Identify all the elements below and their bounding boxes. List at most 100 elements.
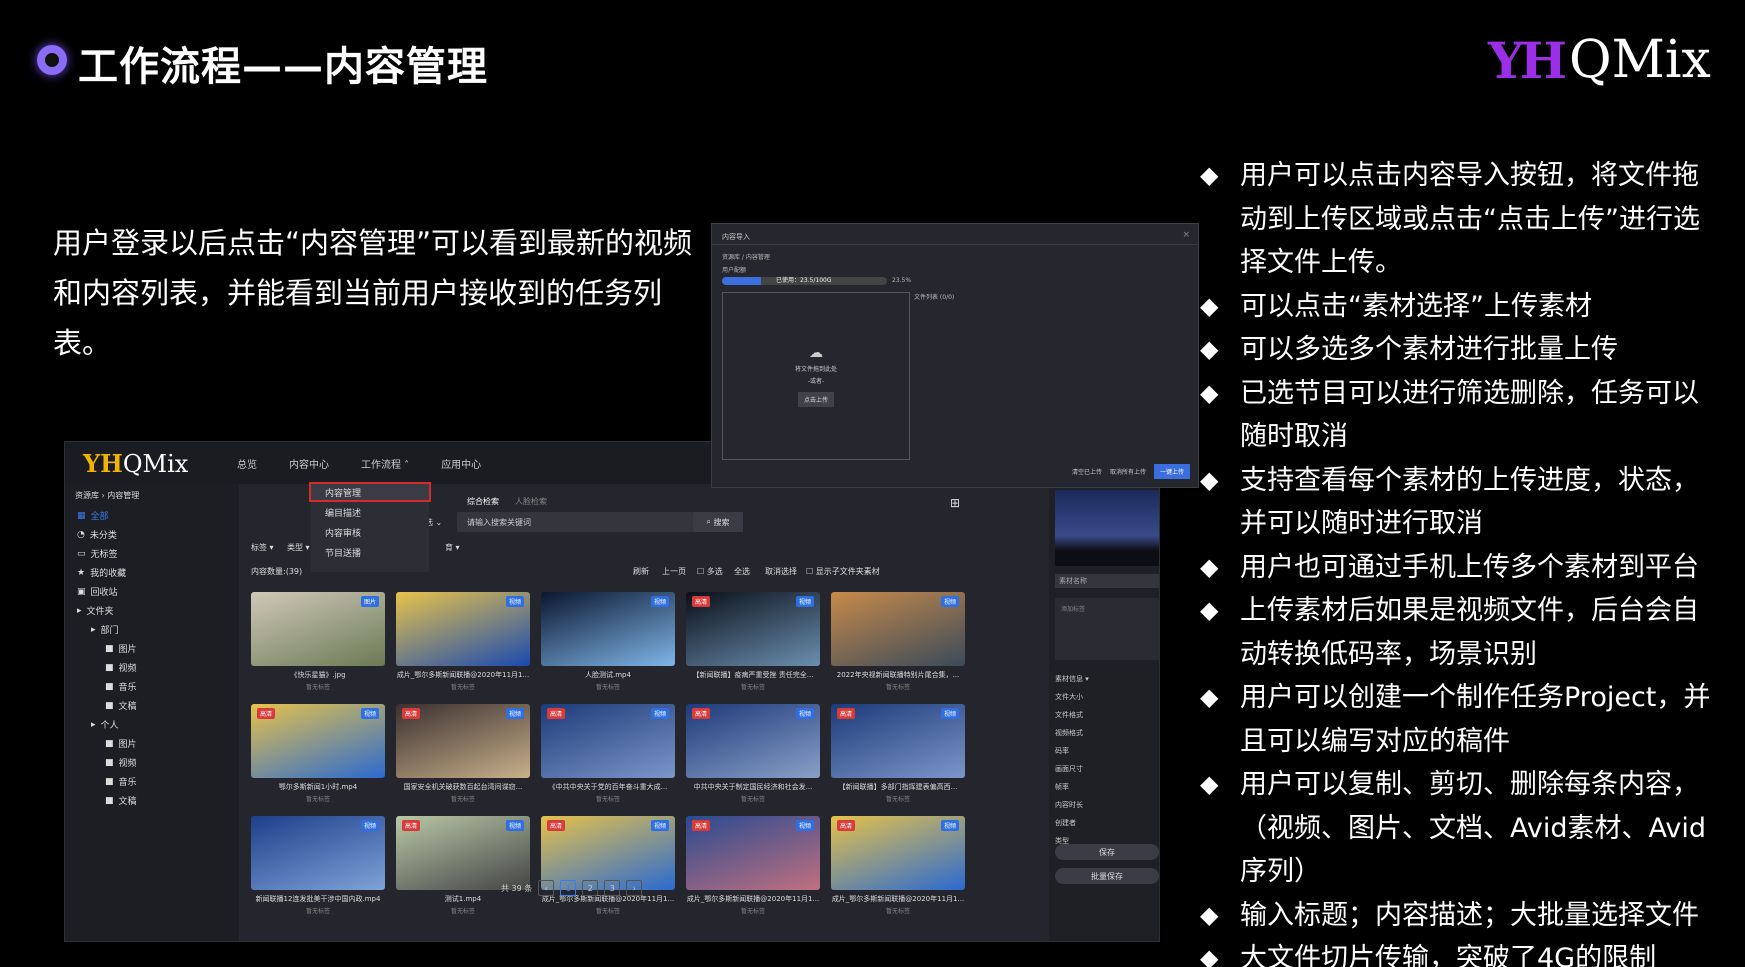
bullet-item: 支持查看每个素材的上传进度，状态，并可以随时进行取消 xyxy=(1200,459,1720,546)
type-filter[interactable]: 类型 ▾ xyxy=(287,542,310,553)
drop-zone[interactable]: ☁ 将文件拖到此处 -或者- 点击上传 xyxy=(722,292,910,460)
click-upload-button[interactable]: 点击上传 xyxy=(797,392,834,407)
content-card[interactable]: 视频 高清 《中共中央关于党的百年奋斗重大成... 暂无标签 xyxy=(541,704,675,803)
sidebar-item[interactable]: ▦ 全部 xyxy=(65,506,239,525)
type-badge: 视频 xyxy=(650,596,669,607)
content-card[interactable]: 视频 高清 测试1.mp4 暂无标签 xyxy=(396,816,530,915)
app-window: YHQMix 总览 内容中心 工作流程 ˄ 应用中心 资源库 › 内容管理 ▦ 全部 ◔ 未… xyxy=(64,441,1160,942)
name-input[interactable]: 素材名称 xyxy=(1055,574,1159,588)
toolbar-item[interactable]: ☐ 多选 xyxy=(697,566,723,577)
page-button[interactable]: 2 xyxy=(582,880,599,896)
search-button[interactable]: ⌕ 搜索 xyxy=(693,512,743,532)
quota-bar-fill xyxy=(722,277,761,285)
sidebar-item-label: 未分类 xyxy=(89,531,117,541)
sidebar-item[interactable]: ◔ 未分类 xyxy=(65,525,239,544)
content-card[interactable]: 视频 人脸测试.mp4 暂无标签 xyxy=(541,592,675,691)
folder-icon: ★ xyxy=(77,567,86,578)
toolbar-item[interactable]: 上一页 xyxy=(662,566,686,577)
title-bullet-icon xyxy=(37,45,67,75)
nav-item[interactable]: 应用中心 xyxy=(441,456,481,471)
content-card[interactable]: 视频 高清 鄂尔多斯新闻1小时.mp4 暂无标签 xyxy=(251,704,385,803)
sidebar-item[interactable]: ■ 图片 xyxy=(65,639,239,658)
nav-item[interactable]: 总览 xyxy=(237,456,257,471)
pagination: 共 39 条 ‹ 1 2 3 › xyxy=(501,880,643,896)
content-card[interactable]: 视频 成片_鄂尔多斯新闻联播@2020年11月1... 暂无标签 xyxy=(396,592,530,691)
clear-uploaded-button[interactable]: 清空已上传 xyxy=(1072,467,1102,476)
extra-filter[interactable]: 育 ▾ xyxy=(445,542,460,553)
content-card[interactable]: 视频 高清 成片_鄂尔多斯新闻联播@2020年11月1... 暂无标签 xyxy=(541,816,675,915)
folder-icon: ■ xyxy=(105,681,114,692)
content-card[interactable]: 视频 高清 【新闻联播】疫病严重受挫 责任完全... 暂无标签 xyxy=(686,592,820,691)
sidebar-item[interactable]: ■ 视频 xyxy=(65,753,239,772)
type-badge: 视频 xyxy=(360,820,379,831)
sidebar-item[interactable]: ★ 我的收藏 xyxy=(65,563,239,582)
type-badge: 视频 xyxy=(940,596,959,607)
nav-item[interactable]: 工作流程 ˄ xyxy=(361,456,409,471)
content-card[interactable]: 视频 高清 中共中央关于制定国民经济和社会发... 暂无标签 xyxy=(686,704,820,803)
card-tags: 暂无标签 xyxy=(740,684,765,691)
sidebar-item[interactable]: ■ 图片 xyxy=(65,734,239,753)
content-card[interactable]: 视频 新闻联播12连发批美干涉中国内政.mp4 暂无标签 xyxy=(251,816,385,915)
sidebar-item[interactable]: ▸ 部门 xyxy=(65,620,239,639)
batch-save-button[interactable]: 批量保存 xyxy=(1055,868,1159,884)
tag-filter[interactable]: 标签 ▾ xyxy=(251,542,274,553)
page-button[interactable]: ‹ xyxy=(538,880,555,896)
content-card[interactable]: 视频 高清 国家安全机关破获数百起台湾间谍窃... 暂无标签 xyxy=(396,704,530,803)
dropdown-item[interactable]: 内容审核 xyxy=(311,522,429,542)
sidebar-item[interactable]: ▣ 回收站 xyxy=(65,582,239,601)
bullet-item: 用户可以创建一个制作任务Project，并且可以编写对应的稿件 xyxy=(1200,676,1720,763)
tab-search[interactable]: 综合检索 xyxy=(467,496,499,507)
tab-face-search[interactable]: 人脸检索 xyxy=(515,496,547,507)
upload-all-button[interactable]: 一键上传 xyxy=(1153,464,1190,479)
sidebar: 资源库 › 内容管理 ▦ 全部 ◔ 未分类 ▭ 无标签 ★ 我的收藏 ▣ 回收站 ▸ 文件夹 ▸ 部门 ■ 图… xyxy=(65,484,239,941)
sidebar-item-label: 文件夹 xyxy=(86,607,114,617)
bullet-item: 可以多选多个素材进行批量上传 xyxy=(1200,328,1720,372)
quota-percent: 23.5% xyxy=(892,277,912,284)
info-title[interactable]: 素材信息 ▾ xyxy=(1049,670,1159,688)
sidebar-item-label: 我的收藏 xyxy=(90,569,127,579)
content-card[interactable]: 视频 高清 【新闻联播】多部门指挥建表偏高西... 暂无标签 xyxy=(831,704,965,803)
quota-used: 已使用：23.5/100G xyxy=(776,277,832,284)
content-card[interactable]: 视频 高清 成片_鄂尔多斯新闻联播@2020年11月1... 暂无标签 xyxy=(686,816,820,915)
content-card[interactable]: 图片 《快乐星猫》.jpg 暂无标签 xyxy=(251,592,385,691)
toolbar-item[interactable]: 刷新 xyxy=(633,566,649,577)
save-button[interactable]: 保存 xyxy=(1055,844,1159,860)
card-title: 【新闻联播】多部门指挥建表偏高西... xyxy=(838,783,958,791)
dropdown-item[interactable]: 节目送播 xyxy=(311,542,429,562)
sidebar-item[interactable]: ■ 文稿 xyxy=(65,791,239,810)
sidebar-item-label: 音乐 xyxy=(118,683,137,693)
card-title: 人脸测试.mp4 xyxy=(585,671,631,679)
cancel-all-button[interactable]: 取消所有上传 xyxy=(1110,467,1146,476)
search-input[interactable]: 请输入搜索关键词 xyxy=(457,512,693,532)
card-tags: 暂无标签 xyxy=(450,796,475,803)
toolbar-item[interactable]: 全选 xyxy=(734,566,750,577)
toolbar-item[interactable]: ☐ 显示子文件夹素材 xyxy=(806,566,880,577)
feature-list: 用户可以点击内容导入按钮，将文件拖动到上传区域或点击“点击上传”进行选择文件上传… xyxy=(1200,154,1720,967)
sidebar-item-label: 图片 xyxy=(118,740,137,750)
sidebar-item[interactable]: ▸ 文件夹 xyxy=(65,601,239,620)
sidebar-item[interactable]: ■ 音乐 xyxy=(65,772,239,791)
dropdown-item[interactable]: 编目描述 xyxy=(311,502,429,522)
page-button[interactable]: › xyxy=(626,880,643,896)
close-icon[interactable]: × xyxy=(1182,230,1190,240)
toolbar-item[interactable]: 取消选择 xyxy=(765,566,797,577)
grid-toggle-icon[interactable]: ⊞ xyxy=(950,496,960,510)
page-button[interactable]: 1 xyxy=(560,880,577,896)
card-thumbnail: 视频 xyxy=(541,592,675,666)
content-card[interactable]: 视频 高清 成片_鄂尔多斯新闻联播@2020年11月1... 暂无标签 xyxy=(831,816,965,915)
bullet-item: 输入标题；内容描述；大批量选择文件 xyxy=(1200,894,1720,938)
app-nav: 总览 内容中心 工作流程 ˄ 应用中心 xyxy=(237,456,481,471)
sidebar-item[interactable]: ▭ 无标签 xyxy=(65,544,239,563)
sidebar-item[interactable]: ▸ 个人 xyxy=(65,715,239,734)
sidebar-item[interactable]: ■ 视频 xyxy=(65,658,239,677)
bullet-item: 可以点击“素材选择”上传素材 xyxy=(1200,285,1720,329)
sidebar-item-label: 无标签 xyxy=(90,550,118,560)
bullet-item: 用户可以复制、剪切、删除每条内容，（视频、图片、文档、Avid素材、Avid序列… xyxy=(1200,763,1720,894)
tag-input[interactable]: 添加标签 xyxy=(1055,598,1159,660)
sidebar-item[interactable]: ■ 音乐 xyxy=(65,677,239,696)
content-card[interactable]: 视频 2022年央视新闻联播特别片尾合集，... 暂无标签 xyxy=(831,592,965,691)
dropdown-item[interactable]: 内容管理 xyxy=(309,482,431,502)
page-button[interactable]: 3 xyxy=(604,880,621,896)
sidebar-item[interactable]: ■ 文稿 xyxy=(65,696,239,715)
nav-item[interactable]: 内容中心 xyxy=(289,456,329,471)
